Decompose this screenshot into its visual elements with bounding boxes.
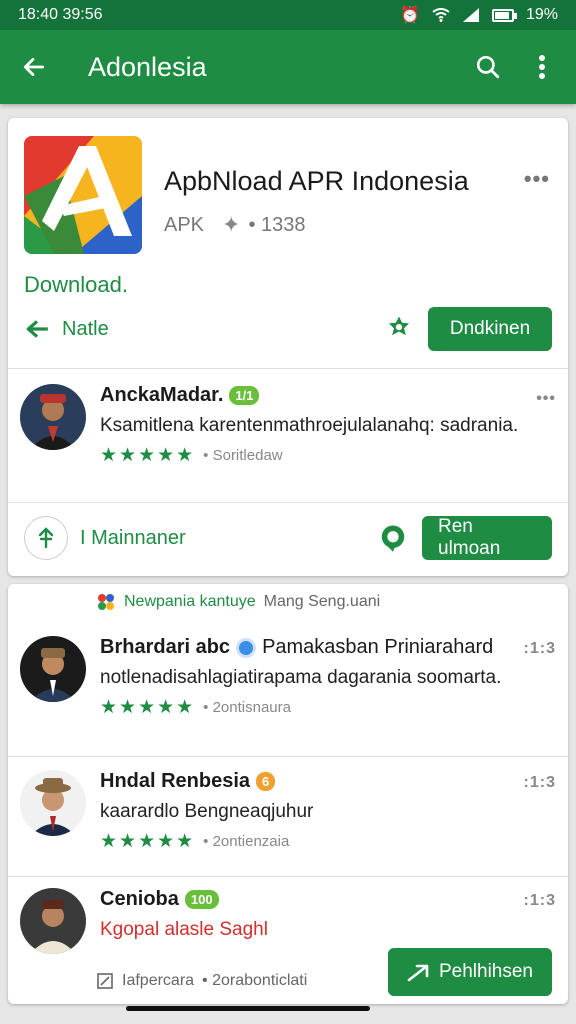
search-icon	[476, 55, 500, 79]
app-detail-card: ApbNload APR Indonesia APK ✦ • 1338 ••• …	[8, 118, 568, 576]
review-rating: ★★★★★ • 2ontisnaura	[100, 696, 526, 719]
pin-icon	[38, 527, 54, 549]
review-title: Pamakasban Priniarahard	[262, 636, 494, 658]
review-body: Cenioba 100 Kgopal alasle Saghl	[100, 888, 526, 942]
app-header: ApbNload APR Indonesia APK ✦ • 1338 •••	[24, 136, 552, 260]
reviewer-name: Hndal Renbesia	[100, 770, 251, 792]
primary-download-button[interactable]: Dndkinen	[428, 307, 552, 351]
avatar	[20, 636, 86, 702]
more-vert-icon	[539, 55, 545, 79]
review-rating: ★★★★★ • Soritledaw	[100, 444, 526, 467]
status-bar: 18:40 39:56 ⏰ 19%	[0, 0, 576, 30]
app-more-button[interactable]: •••	[524, 166, 550, 192]
star-rating-icon: ★★★★★	[100, 445, 196, 466]
reviews-card: Newpania kantuye Mang Seng.uani Brhardar…	[8, 584, 568, 1004]
back-button[interactable]	[14, 47, 54, 87]
notice-text: Mang Seng.uani	[263, 593, 381, 610]
reviewer-badge: 1/1	[229, 386, 260, 405]
review-action-button[interactable]: Pehlhihsen	[388, 948, 552, 996]
app-meta-count: • 1338	[248, 213, 306, 236]
review-more-button[interactable]: :1:3	[524, 640, 556, 658]
divider	[8, 756, 568, 757]
review-body: Brhardari abc Pamakasban Priniarahard no…	[100, 636, 526, 719]
review-meta: • Soritledaw	[203, 447, 283, 464]
app-name: ApbNload APR Indonesia	[164, 166, 469, 196]
app-bar-title: Adonlesia	[88, 51, 207, 82]
divider	[8, 368, 568, 369]
review-text: Kgopal alasle Saghl	[100, 919, 268, 940]
verified-icon	[236, 637, 257, 658]
reviewer-name: AnckaMadar.	[100, 384, 224, 406]
maintainer-row: I Mainnaner Ren ulmoan	[24, 512, 552, 564]
reviewer-name-row: AnckaMadar. 1/1	[100, 384, 526, 407]
divider	[8, 876, 568, 877]
app-meta: APK ✦ • 1338	[164, 212, 306, 238]
divider	[8, 502, 568, 503]
review-item: Brhardari abc Pamakasban Priniarahard no…	[20, 636, 556, 756]
star-rating-icon: ★★★★★	[100, 831, 196, 852]
app-bar: Adonlesia	[0, 30, 576, 104]
battery-icon	[491, 8, 517, 22]
avatar	[20, 770, 86, 836]
app-type: APK	[164, 213, 205, 236]
review-body: Hndal Renbesia 6 kaarardlo Bengneaqjuhur…	[100, 770, 526, 853]
reviewer-badge: 6	[256, 772, 276, 791]
review-body: AnckaMadar. 1/1 Ksamitlena karentenmathr…	[100, 384, 526, 467]
review-more-button[interactable]: :1:3	[524, 774, 556, 792]
signal-icon	[462, 8, 479, 22]
avatar	[20, 888, 86, 954]
review-action-label: Pehlhihsen	[438, 961, 534, 982]
send-icon	[407, 964, 429, 982]
review-more-button[interactable]: :1:3	[524, 892, 556, 910]
share-arrow-icon[interactable]	[24, 316, 50, 342]
alarm-icon: ⏰	[400, 7, 420, 24]
avatar	[20, 384, 86, 450]
star-icon: ✦	[222, 212, 241, 237]
notice-row: Newpania kantuye Mang Seng.uani	[96, 592, 380, 612]
status-icons: ⏰ 19%	[400, 5, 558, 25]
review-rating: ★★★★★ • 2ontienzaia	[100, 830, 526, 853]
review-footer: Iafpercara • 2orabonticlati	[96, 972, 307, 990]
app-logo	[24, 136, 142, 254]
reviewer-name-row: Hndal Renbesia 6	[100, 770, 526, 793]
reviewer-name: Cenioba	[100, 888, 179, 910]
review-meta: • 2ontienzaia	[203, 833, 290, 850]
colorful-puzzle-icon	[98, 594, 114, 610]
review-text: kaarardlo Bengneaqjuhur	[100, 801, 314, 822]
maintainer-label[interactable]: I Mainnaner	[80, 527, 378, 550]
review-item: Hndal Renbesia 6 kaarardlo Bengneaqjuhur…	[20, 770, 556, 870]
featured-review: AnckaMadar. 1/1 Ksamitlena karentenmathr…	[20, 384, 556, 494]
status-time: 18:40 39:56	[18, 6, 103, 23]
review-footer-label: Iafpercara	[122, 972, 195, 989]
download-link[interactable]: Download.	[24, 272, 128, 298]
home-indicator[interactable]	[126, 1006, 370, 1011]
chat-icon[interactable]	[378, 523, 408, 553]
star-rating-icon: ★★★★★	[100, 697, 196, 718]
review-text: Ksamitlena karentenmathroejulalanahq: sa…	[100, 415, 519, 436]
edit-icon[interactable]	[96, 972, 114, 990]
review-text: notlenadisahlagiatirapama dagarania soom…	[100, 667, 502, 688]
review-meta: • 2ontisnaura	[203, 699, 291, 716]
review-footer-meta: • 2orabonticlati	[202, 972, 308, 989]
maintainer-icon-button[interactable]	[24, 516, 68, 560]
review-more-button[interactable]: •••	[536, 390, 556, 408]
reviewer-badge: 100	[184, 890, 219, 909]
notice-highlight[interactable]: Newpania kantuye	[124, 593, 256, 611]
reviewer-name: Brhardari abc	[100, 636, 231, 658]
nav-label[interactable]: Natle	[62, 318, 384, 341]
badge-icon[interactable]	[384, 314, 414, 344]
back-arrow-icon	[23, 58, 45, 76]
search-button[interactable]	[468, 47, 508, 87]
battery-level: 19%	[525, 6, 558, 23]
reviewer-name-row: Brhardari abc Pamakasban Priniarahard	[100, 636, 526, 659]
overflow-menu-button[interactable]	[522, 47, 562, 87]
maintainer-button[interactable]: Ren ulmoan	[422, 516, 552, 560]
primary-action-row: Natle Dndkinen	[24, 306, 552, 352]
wifi-icon	[432, 8, 450, 22]
reviewer-name-row: Cenioba 100	[100, 888, 526, 911]
